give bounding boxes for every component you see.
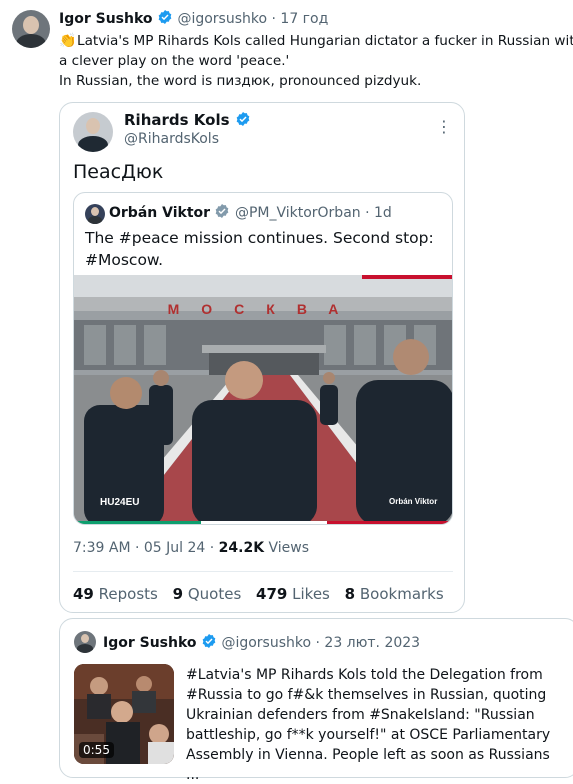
author-name[interactable]: Igor Sushko bbox=[59, 11, 153, 27]
quoted-post-text: ПеасДюк bbox=[73, 161, 164, 183]
post-header: Igor Sushko @igorsushko · 17 год bbox=[59, 9, 328, 27]
quoted-post-card[interactable]: Rihards Kols @RihardsKols ⋮ ПеасДюк Orbá… bbox=[59, 102, 465, 613]
avatar-face bbox=[23, 16, 39, 34]
post-time[interactable]: 17 год bbox=[280, 11, 328, 27]
bookmarks-stat[interactable]: 8 Bookmarks bbox=[345, 585, 444, 603]
second-post-date[interactable]: 23 лют. 2023 bbox=[324, 635, 420, 651]
nested-post-header: Orbán Viktor @PM_ViktorOrban · 1d bbox=[109, 203, 392, 221]
more-options-icon[interactable]: ⋮ bbox=[436, 117, 452, 137]
reposts-stat[interactable]: 49 Reposts bbox=[73, 585, 158, 603]
verified-badge-icon bbox=[202, 634, 216, 648]
second-card-header: Igor Sushko @igorsushko · 23 лют. 2023 bbox=[103, 633, 420, 651]
watermark-right: Orbán Viktor bbox=[389, 497, 438, 506]
divider bbox=[73, 571, 453, 572]
avatar[interactable] bbox=[85, 204, 105, 224]
nested-author-handle[interactable]: @PM_ViktorOrban bbox=[235, 205, 361, 221]
avatar[interactable] bbox=[12, 10, 50, 48]
avatar-body bbox=[77, 644, 93, 653]
separator-dot: · bbox=[315, 635, 320, 651]
avatar-face bbox=[86, 118, 100, 134]
post-meta: 7:39 AM · 05 Jul 24 · 24.2K Views bbox=[73, 540, 309, 556]
verified-badge-icon bbox=[158, 10, 172, 24]
video-duration: 0:55 bbox=[79, 742, 114, 758]
video-thumbnail[interactable]: 0:55 bbox=[74, 664, 174, 764]
separator-dot: · bbox=[365, 205, 370, 221]
post-text-line: In Russian, the word is пиздюк, pronounc… bbox=[59, 73, 422, 89]
quoted-author-name[interactable]: Rihards Kols bbox=[124, 111, 251, 129]
avatar[interactable] bbox=[74, 631, 96, 653]
photo-sign: МОСКВА bbox=[167, 301, 361, 317]
avatar-body bbox=[16, 34, 46, 48]
post-body: 👏Latvia's MP Rihards Kols called Hungari… bbox=[59, 31, 573, 91]
clapping-hands-icon: 👏 bbox=[59, 33, 77, 49]
nested-author-name[interactable]: Orbán Viktor bbox=[109, 205, 210, 221]
views-label: Views bbox=[264, 540, 310, 556]
nested-post-card[interactable]: Orbán Viktor @PM_ViktorOrban · 1d The #p… bbox=[73, 192, 453, 525]
watermark-left: HU24EU bbox=[100, 497, 140, 508]
verified-badge-icon bbox=[216, 204, 229, 218]
post-text-line: Latvia's MP Rihards Kols called Hungaria… bbox=[77, 33, 573, 49]
views-count: 24.2K bbox=[218, 540, 265, 556]
post-text-line: a clever play on the word 'peace.' bbox=[59, 53, 290, 69]
quoted-author-handle[interactable]: @RihardsKols bbox=[124, 131, 219, 147]
second-quoted-card[interactable]: Igor Sushko @igorsushko · 23 лют. 2023 0… bbox=[59, 618, 573, 783]
post-stats: 49 Reposts 9 Quotes 479 Likes 8 Bookmark… bbox=[73, 585, 454, 603]
separator-dot: · bbox=[271, 11, 276, 27]
likes-stat[interactable]: 479 Likes bbox=[256, 585, 330, 603]
quotes-stat[interactable]: 9 Quotes bbox=[173, 585, 242, 603]
nested-post-time[interactable]: 1d bbox=[374, 205, 392, 221]
avatar-body bbox=[78, 136, 108, 152]
second-card-text: #Latvia's MP Rihards Kols told the Deleg… bbox=[186, 667, 551, 783]
avatar-face bbox=[81, 634, 89, 643]
post-photo[interactable]: МОСКВА HU24EU Orbán Viktor bbox=[74, 275, 452, 524]
nested-post-text: The #peace mission continues. Second sto… bbox=[85, 229, 434, 269]
author-handle[interactable]: @igorsushko bbox=[177, 11, 267, 27]
avatar-body bbox=[88, 216, 102, 224]
avatar[interactable] bbox=[73, 112, 113, 152]
avatar-face bbox=[91, 207, 99, 216]
post-timestamp[interactable]: 7:39 AM · 05 Jul 24 · bbox=[73, 540, 219, 556]
second-author-name[interactable]: Igor Sushko bbox=[103, 635, 197, 651]
verified-badge-icon bbox=[236, 112, 250, 126]
second-author-handle[interactable]: @igorsushko bbox=[221, 635, 311, 651]
